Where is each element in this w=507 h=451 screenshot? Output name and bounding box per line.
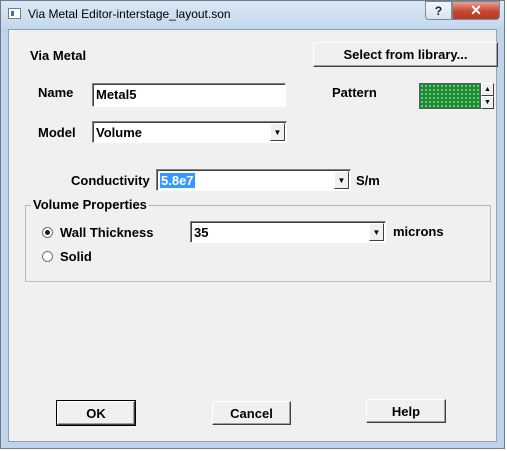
app-window-icon (8, 8, 21, 19)
name-input[interactable]: Metal5 (92, 83, 286, 107)
conductivity-unit: S/m (356, 173, 380, 188)
name-label: Name (38, 85, 74, 100)
chevron-down-icon[interactable]: ▼ (369, 223, 384, 241)
dialog-window: Via Metal Editor-interstage_layout.son ?… (0, 0, 505, 449)
model-select[interactable]: Volume ▼ (92, 121, 287, 143)
cancel-button[interactable]: Cancel (212, 401, 291, 425)
close-button[interactable]: ✕ (452, 1, 500, 20)
wall-thickness-label[interactable]: Wall Thickness (60, 225, 153, 240)
wall-thickness-value: 35 (194, 225, 209, 240)
titlebar-help-button[interactable]: ? (425, 1, 452, 20)
conductivity-value[interactable]: 5.8e7 (160, 173, 195, 188)
help-button[interactable]: Help (366, 399, 446, 423)
ok-button[interactable]: OK (56, 400, 136, 426)
pattern-down-arrow-icon[interactable]: ▼ (481, 96, 494, 109)
chevron-down-icon[interactable]: ▼ (334, 171, 349, 189)
wall-thickness-radio[interactable] (42, 227, 53, 238)
pattern-up-arrow-icon[interactable]: ▲ (481, 83, 494, 96)
wall-thickness-unit: microns (393, 224, 444, 239)
select-from-library-button[interactable]: Select from library... (313, 42, 498, 67)
volume-properties-group (25, 205, 491, 282)
model-label: Model (38, 125, 76, 140)
conductivity-combo[interactable]: 5.8e7 ▼ (156, 169, 351, 191)
pattern-label: Pattern (332, 85, 377, 100)
volume-properties-title: Volume Properties (31, 197, 149, 212)
title-bar[interactable]: Via Metal Editor-interstage_layout.son ?… (1, 1, 504, 28)
solid-radio[interactable] (42, 251, 53, 262)
solid-label[interactable]: Solid (60, 249, 92, 264)
chevron-down-icon[interactable]: ▼ (270, 123, 285, 141)
window-title: Via Metal Editor-interstage_layout.son (28, 7, 231, 21)
wall-thickness-combo[interactable]: 35 ▼ (190, 221, 386, 243)
section-heading-via-metal: Via Metal (30, 48, 87, 63)
conductivity-label: Conductivity (71, 173, 150, 188)
pattern-swatch[interactable] (419, 83, 481, 109)
model-select-value: Volume (96, 125, 142, 140)
dialog-body: Via Metal Select from library... Name Me… (8, 29, 498, 442)
